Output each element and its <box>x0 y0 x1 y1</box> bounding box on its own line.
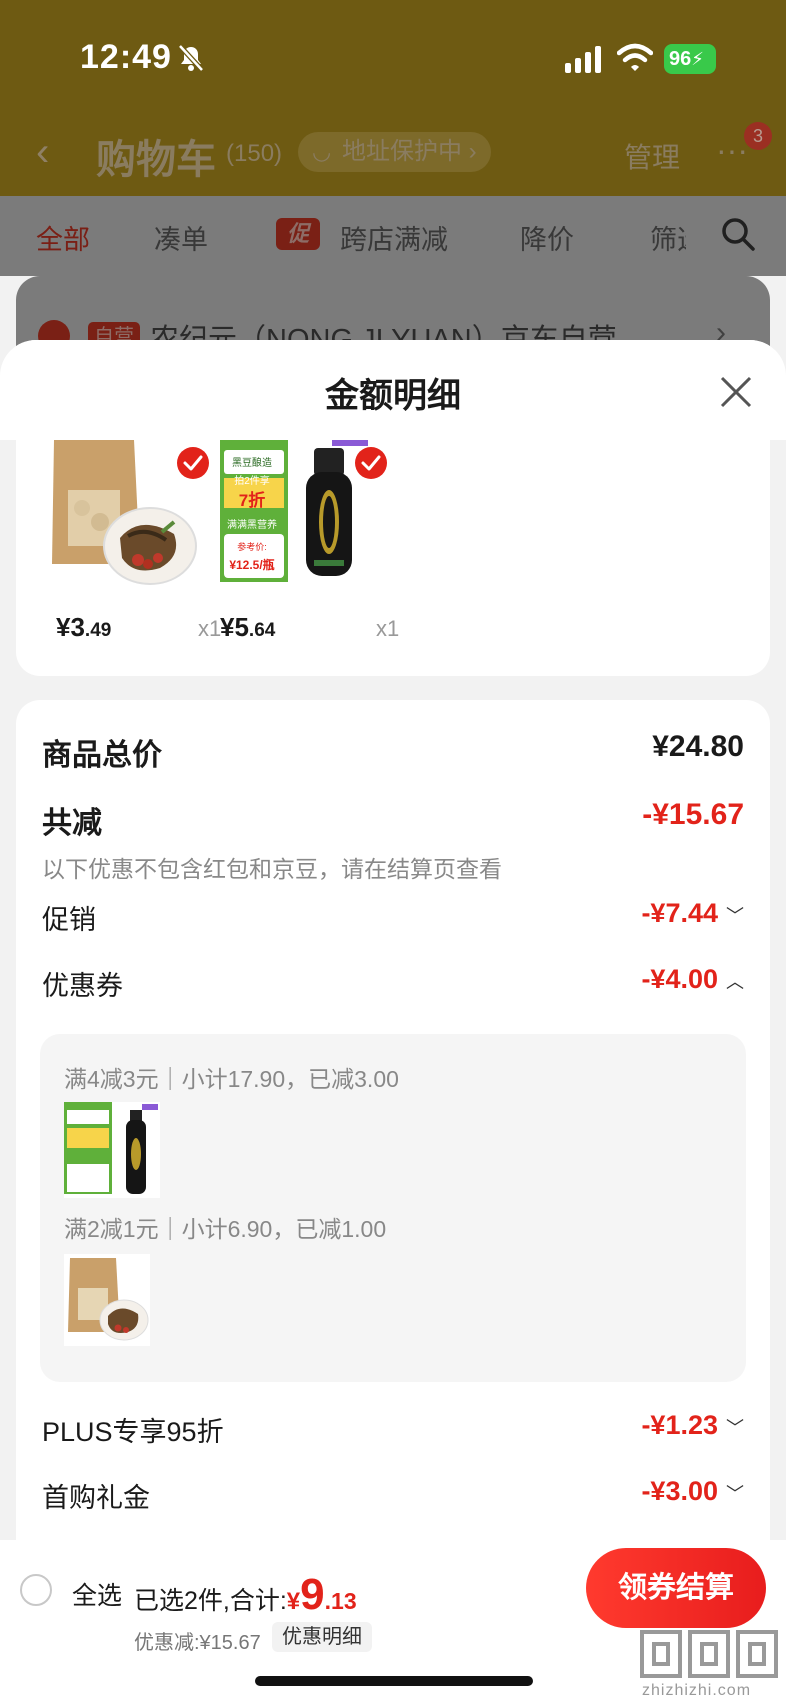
package-ref-price: ¥12.5/瓶 <box>229 558 275 572</box>
goods-total-value: ¥24.80 <box>652 730 744 763</box>
first-purchase-label: 首购礼金 <box>42 1483 150 1513</box>
plus-discount-label: PLUS专享95折 <box>42 1417 224 1447</box>
checked-icon[interactable] <box>354 446 388 480</box>
close-icon[interactable] <box>716 372 756 412</box>
address-protection-pill[interactable]: ◡ 地址保护中 › <box>298 132 491 172</box>
discount-amount: 优惠减:¥15.67 <box>134 1632 261 1654</box>
soy-bottle-thumb <box>112 1102 160 1198</box>
mushroom-thumb <box>64 1254 150 1346</box>
select-all-radio[interactable] <box>20 1574 52 1606</box>
coupon-product-thumb-mushroom <box>64 1254 150 1346</box>
watermark-text: zhizhizhi.com <box>642 1682 752 1699</box>
soy-pack-thumb <box>64 1102 112 1194</box>
message-badge: 3 <box>744 122 772 150</box>
checkout-button[interactable]: 领券结算 <box>586 1548 766 1628</box>
price-integer: ¥5 <box>220 612 249 642</box>
package-text-2: 拍2件享 <box>234 476 270 487</box>
tab-combine[interactable]: 凑单 <box>154 218 208 257</box>
product-image-mushroom <box>42 440 198 596</box>
goods-total-label: 商品总价 <box>42 739 162 772</box>
price-decimal: .64 <box>248 620 276 641</box>
page-title: 购物车 <box>96 138 216 182</box>
checked-icon[interactable] <box>176 446 210 480</box>
chevron-down-icon: ﹀ <box>726 1417 744 1438</box>
bell-off-icon <box>178 44 204 72</box>
filter-bar: 全部 凑单 促 跨店满减 降价 筛选 <box>0 196 786 276</box>
selected-summary: 已选2件,合计:¥9.13 <box>134 1570 357 1620</box>
tab-price-drop[interactable]: 降价 <box>520 218 574 257</box>
status-bar: 12:49 96⚡ <box>0 0 786 110</box>
coupon-value: -¥4.00 <box>641 964 718 994</box>
checkout-bar: 全选 已选2件,合计:¥9.13 优惠减:¥15.67 优惠明细 领券结算 zh… <box>0 1540 786 1704</box>
coupon-rule: 满4减3元｜小计17.90，已减3.00 <box>64 1066 399 1092</box>
search-icon[interactable] <box>720 216 756 252</box>
back-arrow-icon[interactable]: ‹ <box>36 132 49 172</box>
manage-button[interactable]: 管理 <box>624 136 680 176</box>
coupon-product-thumb-soy-pack <box>64 1102 112 1198</box>
product-quantity: x1 <box>376 616 400 641</box>
plus-discount-row[interactable]: -¥1.23 ﹀ <box>641 1410 744 1441</box>
product-item[interactable]: 黑豆酿造 拍2件享 7折 满满黑营养 参考价: ¥12.5/瓶 ¥5.64 x1 <box>216 440 399 660</box>
total-currency: ¥ <box>286 1588 301 1615</box>
wifi-icon <box>617 43 653 71</box>
total-decimal: .13 <box>324 1588 357 1614</box>
total-reduce-label: 共减 <box>42 807 102 840</box>
status-time: 12:49 <box>80 38 172 76</box>
coupon-rule: 满2减1元｜小计6.90，已减1.00 <box>64 1216 387 1242</box>
plus-discount-value: -¥1.23 <box>641 1410 718 1440</box>
product-price: ¥5.64 <box>220 612 275 643</box>
address-protection-label: 地址保护中 › <box>342 138 477 165</box>
coupon-label: 优惠券 <box>42 971 123 1001</box>
coupon-product-thumb-soy-bottle <box>112 1102 160 1198</box>
price-integer: ¥3 <box>56 612 85 642</box>
selected-products: ¥3.49 x1 黑豆酿造 拍2件享 7折 满满黑营养 参考价: ¥12.5/瓶… <box>16 440 770 676</box>
selected-count-text: 已选2件,合计: <box>134 1587 287 1615</box>
promotion-label: 促销 <box>42 905 96 935</box>
first-purchase-row[interactable]: -¥3.00 ﹀ <box>641 1476 744 1507</box>
smile-icon: ◡ <box>312 139 332 164</box>
package-text-3: 满满黑营养 <box>227 520 277 531</box>
promotion-row[interactable]: -¥7.44 ﹀ <box>641 898 744 929</box>
home-indicator[interactable] <box>255 1676 533 1686</box>
chevron-down-icon: ﹀ <box>726 1483 744 1504</box>
first-purchase-value: -¥3.00 <box>641 1476 718 1506</box>
coupon-detail-box: 满4减3元｜小计17.90，已减3.00 满2减1元｜小计6.90，已减1.00 <box>40 1034 746 1382</box>
chevron-up-icon: ︿ <box>726 971 744 992</box>
package-discount: 7折 <box>238 491 266 510</box>
promotion-value: -¥7.44 <box>641 898 718 928</box>
cart-count: (150) <box>226 140 283 167</box>
package-ref-label: 参考价: <box>237 542 267 552</box>
tab-filter[interactable]: 筛选 <box>650 218 686 257</box>
select-all-label[interactable]: 全选 <box>72 1576 122 1612</box>
coupon-row[interactable]: -¥4.00 ︿ <box>641 964 744 995</box>
battery-level: 96 <box>669 48 692 70</box>
price-decimal: .49 <box>84 620 112 641</box>
discount-note: 以下优惠不包含红包和京豆，请在结算页查看 <box>42 856 502 882</box>
mushroom-bag-illustration <box>42 440 198 596</box>
promo-tag: 促 <box>276 218 320 250</box>
charging-bolt-icon: ⚡ <box>691 49 704 69</box>
product-item[interactable]: ¥3.49 x1 <box>36 440 221 660</box>
product-price: ¥3.49 <box>56 612 111 643</box>
cellular-signal-icon <box>565 46 601 73</box>
chevron-down-icon: ﹀ <box>726 905 744 926</box>
tab-all[interactable]: 全部 <box>36 218 90 257</box>
tab-cross-store[interactable]: 跨店满减 <box>340 218 448 257</box>
package-text-1: 黑豆酿造 <box>232 458 272 469</box>
battery-indicator: 96⚡ <box>664 44 716 74</box>
amount-detail-sheet: 金额明细 ¥3.49 x1 黑豆酿造 拍2件享 7折 满满黑营养 参考价: ¥1… <box>0 340 786 1704</box>
discount-detail-button[interactable]: 优惠明细 <box>272 1622 372 1652</box>
sheet-header: 金额明细 <box>0 340 786 440</box>
total-reduce-value: -¥15.67 <box>642 798 744 831</box>
total-integer: 9 <box>300 1570 325 1619</box>
sheet-title: 金额明细 <box>325 377 461 415</box>
navigation-bar: ‹ 购物车 (150) ◡ 地址保护中 › 管理 ··· 3 <box>0 110 786 196</box>
